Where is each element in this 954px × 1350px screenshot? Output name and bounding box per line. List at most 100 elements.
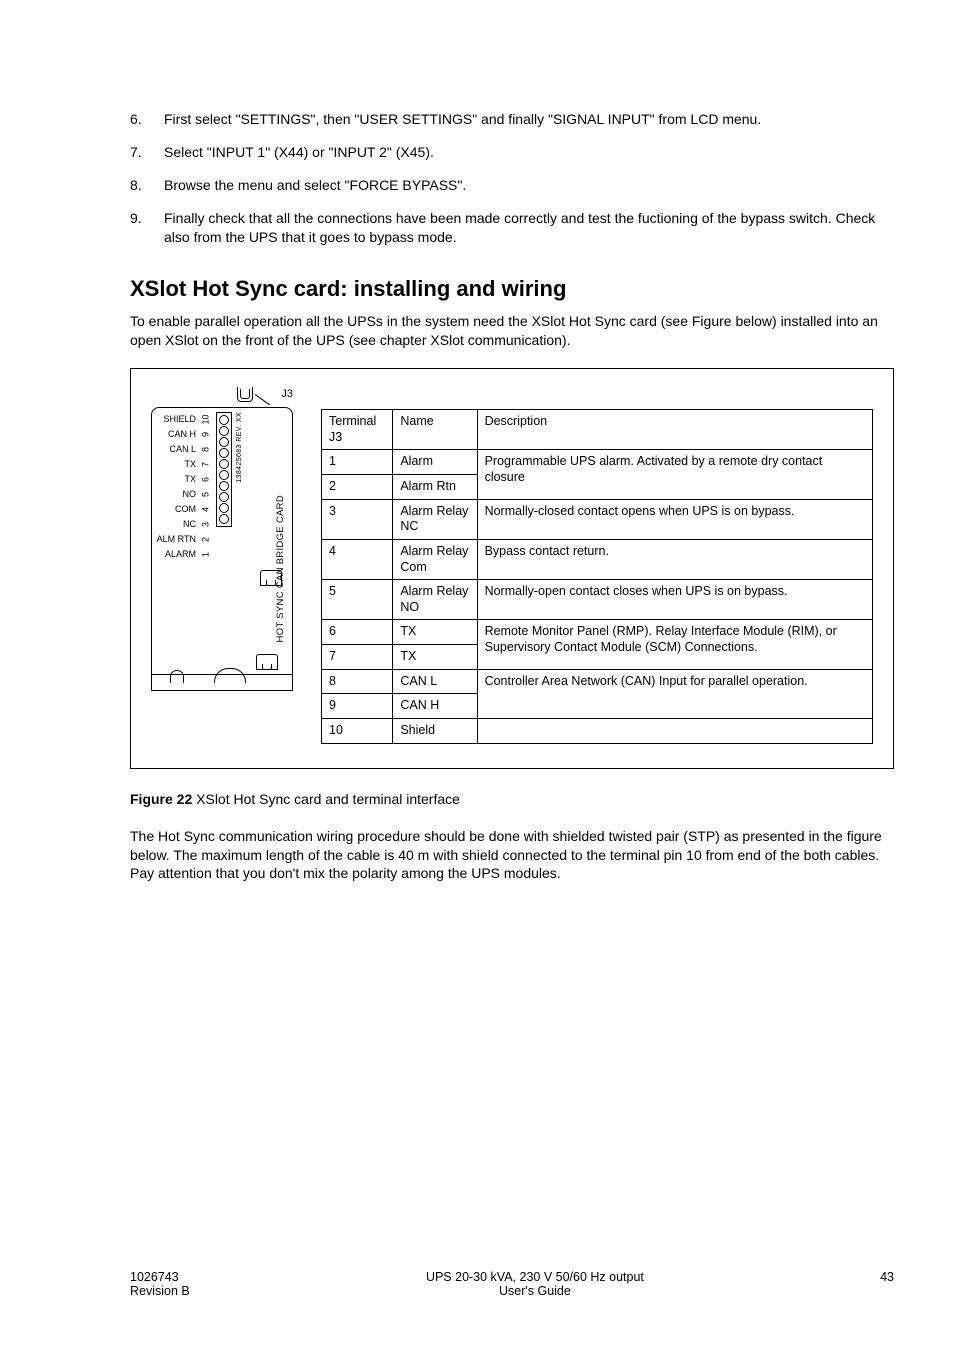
pin-number: 1 xyxy=(199,549,214,561)
cell-name: Alarm Relay Com xyxy=(393,539,477,579)
section-description: To enable parallel operation all the UPS… xyxy=(130,312,894,350)
terminal-hole-icon xyxy=(219,492,229,502)
pin-number: 3 xyxy=(199,519,214,531)
doc-number: 1026743 xyxy=(130,1270,190,1284)
list-item: 8.Browse the menu and select "FORCE BYPA… xyxy=(130,176,894,195)
cell-name: Shield xyxy=(393,718,477,743)
cell-terminal: 10 xyxy=(322,718,393,743)
cell-description: Programmable UPS alarm. Activated by a r… xyxy=(477,450,872,499)
section-heading: XSlot Hot Sync card: installing and wiri… xyxy=(130,276,894,302)
step-number: 8. xyxy=(130,176,164,195)
pin-number: 9 xyxy=(199,429,214,441)
terminal-hole-icon xyxy=(219,459,229,469)
table-row: 5 Alarm Relay NO Normally-open contact c… xyxy=(322,580,873,620)
cell-description: Controller Area Network (CAN) Input for … xyxy=(477,669,872,718)
list-item: 9.Finally check that all the connections… xyxy=(130,209,894,247)
pin-name: ALM RTN xyxy=(156,532,196,547)
pin-name: ALARM xyxy=(156,547,196,562)
cell-terminal: 1 xyxy=(322,450,393,475)
terminal-hole-icon xyxy=(219,437,229,447)
table-row: 4 Alarm Relay Com Bypass contact return. xyxy=(322,539,873,579)
cell-name: CAN H xyxy=(393,694,477,719)
pin-number: 10 xyxy=(199,414,214,426)
table-row: 8 CAN L Controller Area Network (CAN) In… xyxy=(322,669,873,694)
doc-title: UPS 20-30 kVA, 230 V 50/60 Hz output xyxy=(426,1270,644,1284)
pin-name: CAN H xyxy=(156,427,196,442)
pin-name: NC xyxy=(156,517,196,532)
cell-name: Alarm Relay NO xyxy=(393,580,477,620)
j3-connector-icon xyxy=(237,387,253,402)
step-number: 9. xyxy=(130,209,164,247)
terminal-hole-icon xyxy=(219,470,229,480)
cell-terminal: 4 xyxy=(322,539,393,579)
step-text: Finally check that all the connections h… xyxy=(164,209,894,247)
pin-table: Terminal J3 Name Description 1 Alarm Pro… xyxy=(321,409,873,743)
pin-name: COM xyxy=(156,502,196,517)
terminal-hole-icon xyxy=(219,514,229,524)
doc-subtitle: User's Guide xyxy=(426,1284,644,1298)
body-paragraph: The Hot Sync communication wiring proced… xyxy=(130,827,894,884)
cell-description xyxy=(477,718,872,743)
cell-terminal: 2 xyxy=(322,475,393,500)
column-header: Name xyxy=(393,410,477,450)
footer-right: 43 xyxy=(880,1270,894,1298)
pin-number-column: 10 9 8 7 6 5 4 3 2 1 xyxy=(200,412,212,562)
pin-number: 7 xyxy=(199,459,214,471)
figure-title: XSlot Hot Sync card and terminal interfa… xyxy=(192,791,460,807)
step-text: First select "SETTINGS", then "USER SETT… xyxy=(164,110,894,129)
board-name-label: HOT SYNC CAN BRIDGE CARD xyxy=(275,495,286,642)
list-item: 6.First select "SETTINGS", then "USER SE… xyxy=(130,110,894,129)
pin-name-column: SHIELD CAN H CAN L TX TX NO COM NC ALM R… xyxy=(156,412,196,562)
cell-name: TX xyxy=(393,620,477,645)
cell-description: Bypass contact return. xyxy=(477,539,872,579)
pin-number: 8 xyxy=(199,444,214,456)
terminal-hole-icon xyxy=(219,503,229,513)
pin-name: SHIELD xyxy=(156,412,196,427)
step-text: Browse the menu and select "FORCE BYPASS… xyxy=(164,176,894,195)
doc-revision: Revision B xyxy=(130,1284,190,1298)
list-item: 7.Select "INPUT 1" (X44) or "INPUT 2" (X… xyxy=(130,143,894,162)
cell-description: Remote Monitor Panel (RMP). Relay Interf… xyxy=(477,620,872,669)
pin-name: TX xyxy=(156,472,196,487)
cell-description: Normally-closed contact opens when UPS i… xyxy=(477,499,872,539)
footer-center: UPS 20-30 kVA, 230 V 50/60 Hz output Use… xyxy=(426,1270,644,1298)
cell-terminal: 9 xyxy=(322,694,393,719)
cell-terminal: 5 xyxy=(322,580,393,620)
pin-table-container: Terminal J3 Name Description 1 Alarm Pro… xyxy=(321,383,873,743)
cutout-icon xyxy=(214,668,246,683)
page-number: 43 xyxy=(880,1270,894,1284)
step-number: 6. xyxy=(130,110,164,129)
table-row: 10 Shield xyxy=(322,718,873,743)
cell-name: TX xyxy=(393,645,477,670)
cell-name: Alarm Rtn xyxy=(393,475,477,500)
j3-label: J3 xyxy=(281,388,293,400)
table-row: 3 Alarm Relay NC Normally-closed contact… xyxy=(322,499,873,539)
terminal-block-icon xyxy=(216,412,232,527)
terminal-hole-icon xyxy=(219,426,229,436)
cell-name: CAN L xyxy=(393,669,477,694)
instruction-list: 6.First select "SETTINGS", then "USER SE… xyxy=(130,110,894,246)
column-header: Terminal J3 xyxy=(322,410,393,450)
cell-terminal: 3 xyxy=(322,499,393,539)
cell-terminal: 7 xyxy=(322,645,393,670)
pin-number: 2 xyxy=(199,534,214,546)
cell-terminal: 8 xyxy=(322,669,393,694)
step-number: 7. xyxy=(130,143,164,162)
figure-caption: Figure 22 XSlot Hot Sync card and termin… xyxy=(130,791,894,807)
card-outline: SHIELD CAN H CAN L TX TX NO COM NC ALM R… xyxy=(151,407,293,691)
footer-left: 1026743 Revision B xyxy=(130,1270,190,1298)
pin-name: TX xyxy=(156,457,196,472)
cell-name: Alarm Relay NC xyxy=(393,499,477,539)
table-row: 1 Alarm Programmable UPS alarm. Activate… xyxy=(322,450,873,475)
pin-number: 4 xyxy=(199,504,214,516)
terminal-hole-icon xyxy=(219,481,229,491)
cell-description: Normally-open contact closes when UPS is… xyxy=(477,580,872,620)
table-header-row: Terminal J3 Name Description xyxy=(322,410,873,450)
pin-number: 6 xyxy=(199,474,214,486)
cell-terminal: 6 xyxy=(322,620,393,645)
pin-name: NO xyxy=(156,487,196,502)
cell-name: Alarm xyxy=(393,450,477,475)
terminal-hole-icon xyxy=(219,448,229,458)
card-edge-icon xyxy=(152,674,292,690)
pin-number: 5 xyxy=(199,489,214,501)
